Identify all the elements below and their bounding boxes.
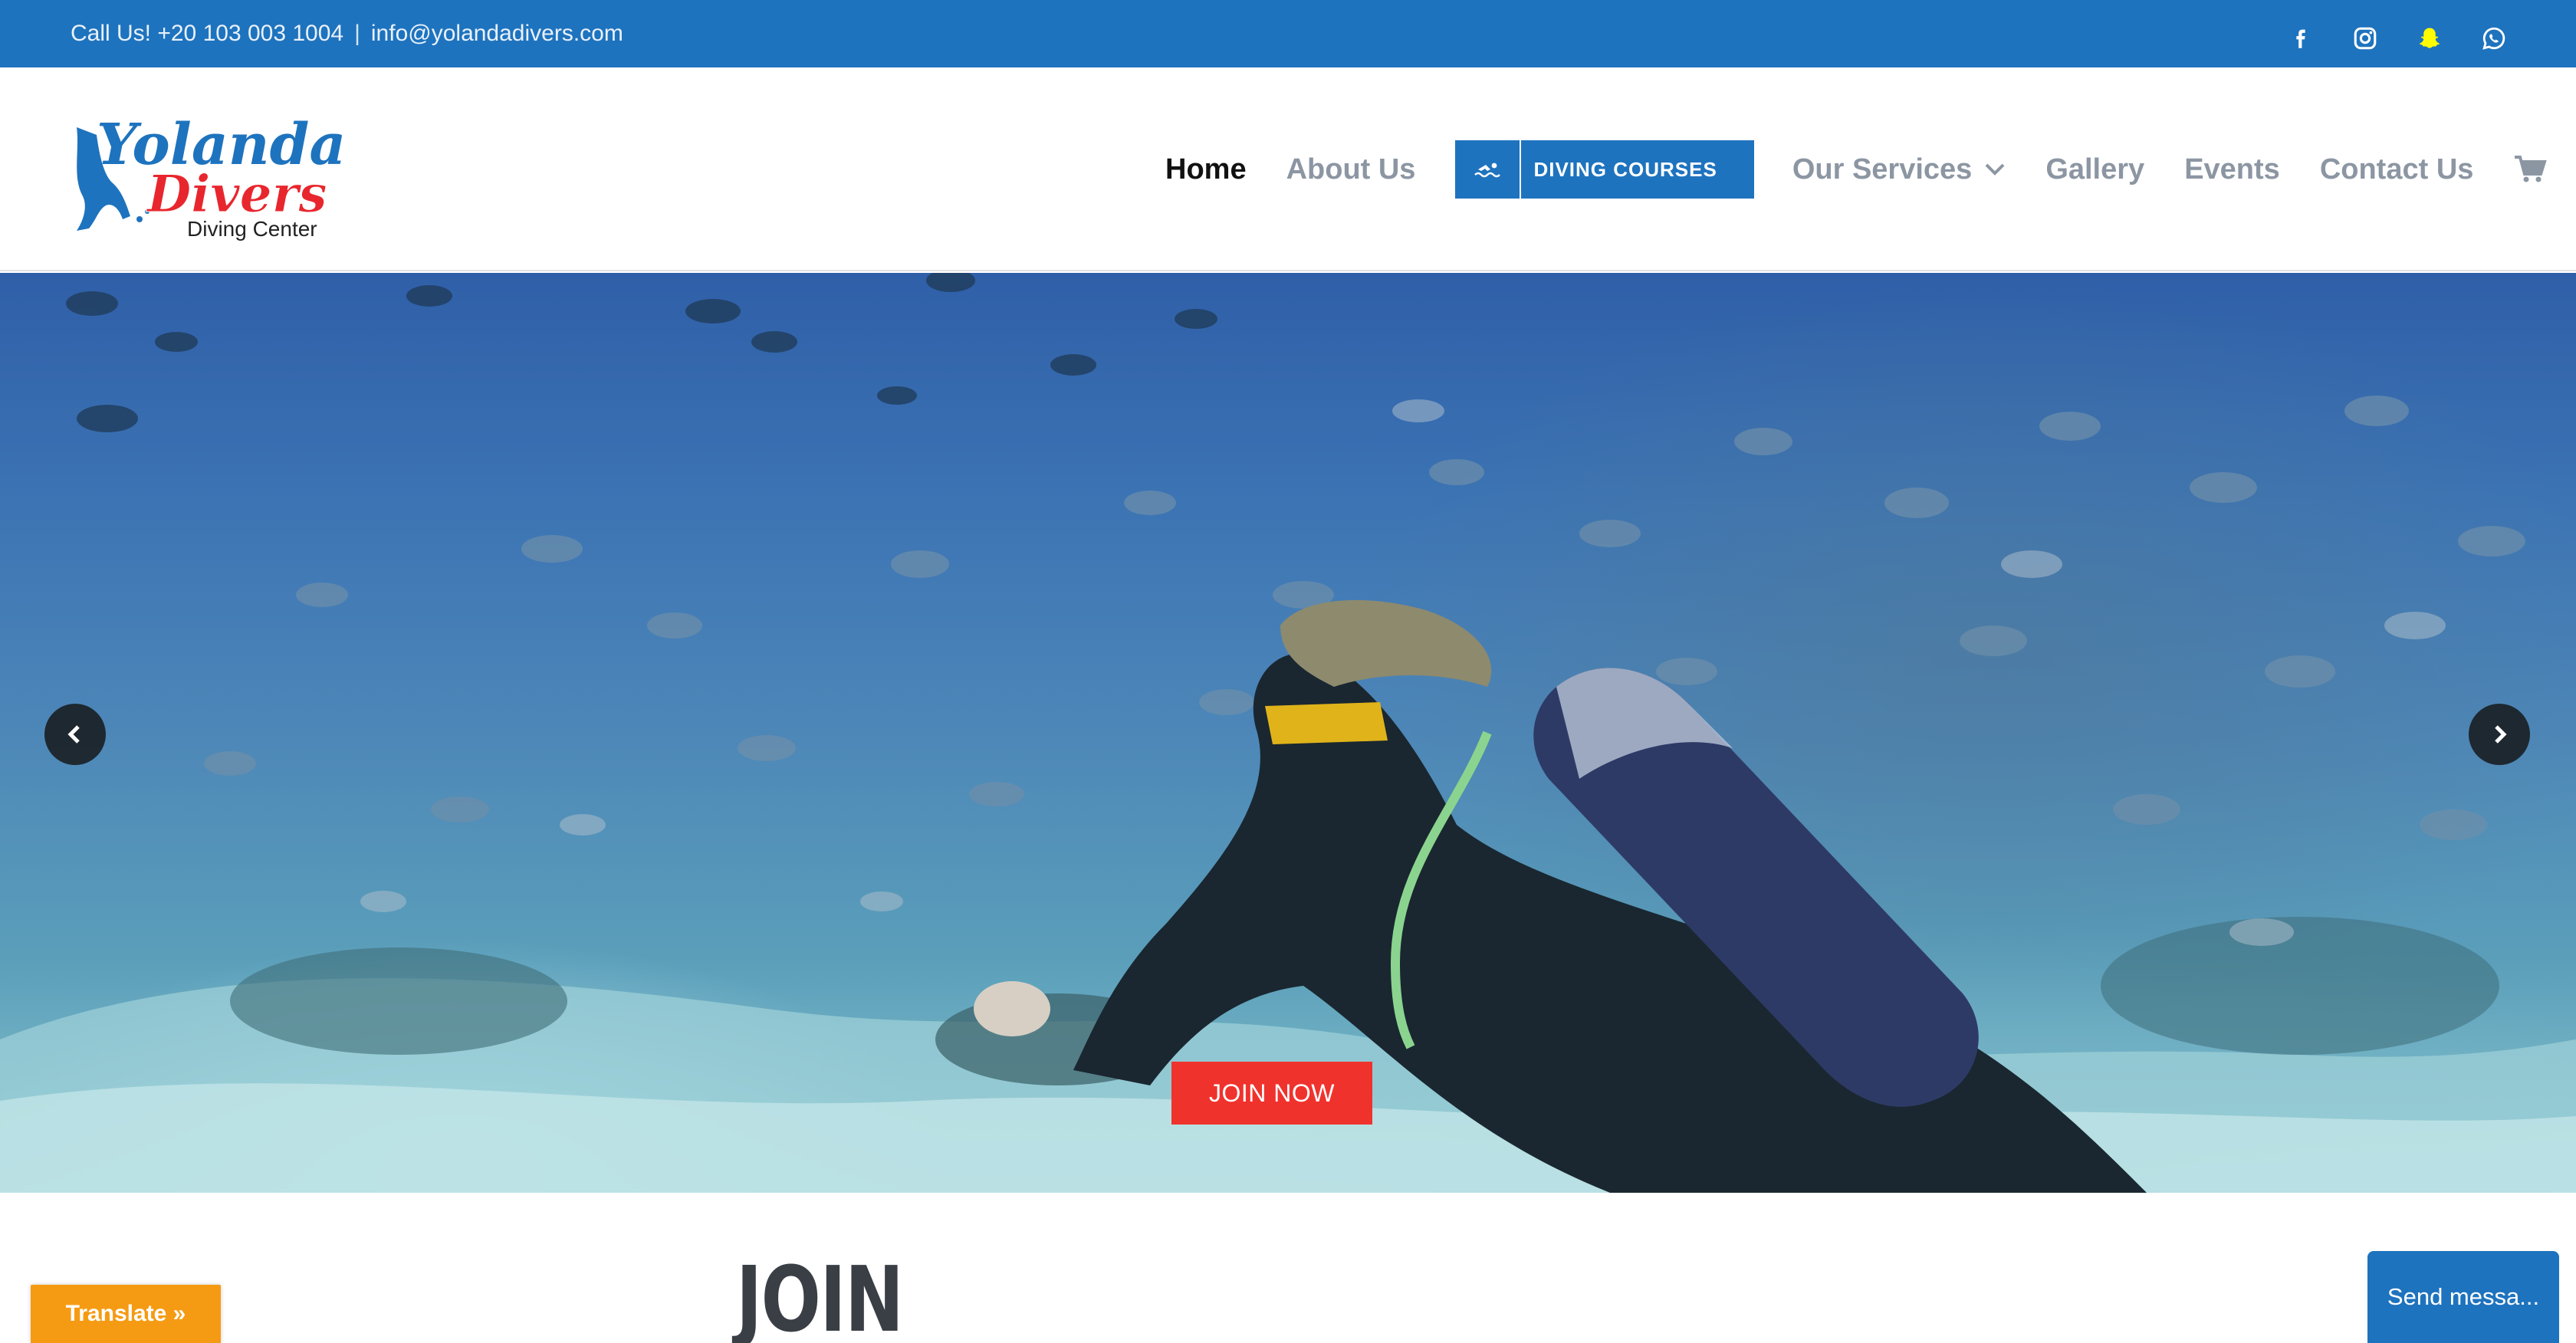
email-link[interactable]: info@yolandadivers.com xyxy=(371,21,623,47)
site-logo[interactable]: Yolanda Divers Diving Center xyxy=(66,104,342,242)
chevron-right-icon xyxy=(2495,725,2507,744)
join-now-button[interactable]: JOIN NOW xyxy=(1171,1062,1372,1125)
nav-events[interactable]: Events xyxy=(2184,153,2280,186)
hero-slider: JOIN NOW xyxy=(0,273,2576,1193)
slider-prev-button[interactable] xyxy=(44,704,106,765)
snapchat-icon[interactable] xyxy=(2417,25,2443,51)
instagram-icon[interactable] xyxy=(2352,25,2378,51)
whatsapp-icon[interactable] xyxy=(2481,25,2507,51)
chevron-left-icon xyxy=(67,725,80,744)
send-message-button[interactable]: Send messa... xyxy=(2367,1251,2559,1343)
site-header: Yolanda Divers Diving Center Home About … xyxy=(0,67,2576,271)
chevron-down-icon xyxy=(1985,163,2005,176)
nav-diving-courses-button[interactable]: DIVING COURSES xyxy=(1455,140,1754,199)
facebook-icon[interactable] xyxy=(2288,25,2314,51)
top-bar: Call Us! +20 103 003 1004 | info@yolanda… xyxy=(0,0,2576,67)
nav-home[interactable]: Home xyxy=(1165,153,1247,186)
social-links xyxy=(2288,0,2507,77)
hero-underwater-image xyxy=(0,273,2576,1193)
nav-gallery[interactable]: Gallery xyxy=(2045,153,2144,186)
cart-icon[interactable] xyxy=(2513,154,2548,185)
page: Call Us! +20 103 003 1004 | info@yolanda… xyxy=(0,0,2576,1343)
swimmer-icon xyxy=(1455,140,1522,199)
phone-link[interactable]: Call Us! +20 103 003 1004 xyxy=(71,21,343,47)
nav-contact-us[interactable]: Contact Us xyxy=(2320,153,2474,186)
logo-text-divers: Divers xyxy=(146,164,327,224)
main-navigation: Home About Us DIVING COURSES Our Service… xyxy=(1165,67,2548,271)
slider-next-button[interactable] xyxy=(2469,704,2530,765)
section-title: JOIN xyxy=(736,1246,904,1343)
nav-our-services[interactable]: Our Services xyxy=(1792,153,2006,186)
translate-button[interactable]: Translate » xyxy=(31,1285,221,1343)
contact-info: Call Us! +20 103 003 1004 | info@yolanda… xyxy=(71,0,623,67)
nav-about-us[interactable]: About Us xyxy=(1286,153,1416,186)
nav-diving-courses-label: DIVING COURSES xyxy=(1533,157,1717,181)
nav-our-services-label: Our Services xyxy=(1792,153,1973,186)
contact-separator: | xyxy=(354,21,360,46)
logo-text-diving-center: Diving Center xyxy=(187,217,317,241)
